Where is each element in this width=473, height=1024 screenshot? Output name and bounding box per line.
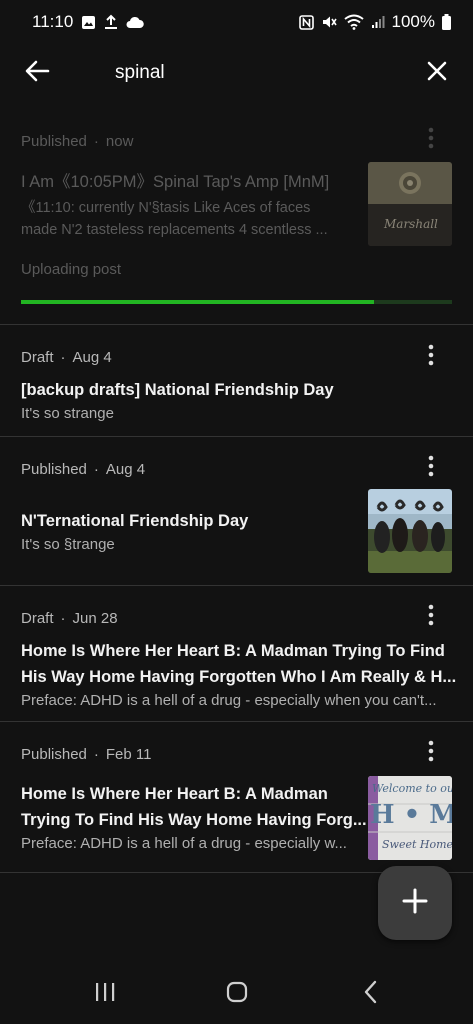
close-icon [426, 60, 448, 87]
thumbnail-caption-bottom: Sweet Home [382, 838, 452, 851]
post-status: Draft [21, 610, 54, 627]
search-input[interactable] [115, 58, 395, 88]
post-item[interactable]: Draft · Aug 4 [backup drafts] National Fri… [0, 325, 473, 437]
post-item[interactable]: Published · Aug 4 N'Ternational Friendship… [0, 437, 473, 586]
thumbnail-caption-top: Welcome to our [372, 782, 452, 795]
post-status: Published [21, 461, 87, 478]
post-date: Feb 11 [105, 746, 152, 763]
upload-progress-fill [21, 300, 375, 304]
post-meta: Draft · Aug 4 [21, 349, 112, 366]
upload-icon [104, 14, 118, 30]
system-nav-bar [0, 960, 473, 1024]
post-title: I Am《10:05PM》Spinal Tap's Amp [MnM] [21, 173, 330, 191]
more-vert-icon [428, 740, 434, 767]
mute-icon [321, 14, 337, 30]
meta-separator: · [93, 746, 99, 763]
post-excerpt: Preface: ADHD is a hell of a drug - espe… [21, 835, 347, 852]
post-excerpt: Preface: ADHD is a hell of a drug - espe… [21, 692, 437, 709]
post-status: Published [21, 746, 87, 763]
post-item[interactable]: Published · Feb 11 Home Is Where Her Heart… [0, 722, 473, 873]
more-options-button[interactable] [420, 454, 442, 482]
home-icon [225, 980, 249, 1009]
post-title: N'Ternational Friendship Day [21, 512, 249, 530]
post-date: Jun 28 [72, 610, 118, 627]
post-meta: Draft · Jun 28 [21, 610, 118, 627]
meta-separator: · [60, 349, 66, 366]
post-title-line-2: Trying To Find His Way Home Having Forg.… [21, 811, 367, 829]
back-button[interactable] [22, 58, 52, 88]
post-item[interactable]: Published · now I Am《10:05PM》Spinal Tap's … [0, 118, 473, 325]
search-bar [0, 52, 473, 94]
post-thumbnail: Marshall [368, 162, 452, 246]
post-meta: Published · Aug 4 [21, 461, 145, 478]
more-options-button[interactable] [420, 739, 442, 767]
more-options-button[interactable] [420, 603, 442, 631]
meta-separator: · [93, 133, 99, 150]
post-status: Published [21, 133, 87, 150]
post-status: Draft [21, 349, 54, 366]
thumbnail-brand: Marshall [384, 217, 438, 231]
post-meta: Published · now [21, 133, 133, 150]
recents-button[interactable] [83, 978, 127, 1010]
more-options-button[interactable] [420, 343, 442, 371]
post-date: now [105, 133, 134, 150]
more-options-button[interactable] [420, 126, 442, 154]
post-item[interactable]: Draft · Jun 28 Home Is Where Her Heart B: … [0, 586, 473, 722]
thumbnail-caption-main: H • ME [370, 800, 452, 830]
plus-icon [401, 887, 429, 920]
post-excerpt: It's so strange [21, 405, 114, 422]
nfc-icon [298, 14, 314, 30]
clear-search-button[interactable] [422, 58, 452, 88]
gallery-icon [81, 15, 96, 30]
post-date: Aug 4 [105, 461, 146, 478]
post-excerpt-line-1: 《11:10: currently N'§tasis Like Aces of … [21, 200, 311, 216]
post-meta: Published · Feb 11 [21, 746, 151, 763]
home-button[interactable] [215, 978, 259, 1010]
post-title-line-2: His Way Home Having Forgotten Who I Am R… [21, 668, 457, 686]
post-thumbnail [368, 489, 452, 573]
back-icon [363, 980, 379, 1009]
meta-separator: · [93, 461, 99, 478]
post-excerpt: It's so §trange [21, 536, 115, 553]
post-excerpt-line-2: made N'2 tasteless replacements 4 scentl… [21, 222, 328, 238]
post-title-line-1: Home Is Where Her Heart B: A Madman [21, 785, 328, 803]
cloud-icon [126, 16, 145, 29]
post-title: [backup drafts] National Friendship Day [21, 381, 334, 399]
new-post-button[interactable] [378, 866, 452, 940]
upload-progress-bar [21, 300, 452, 304]
post-thumbnail: Welcome to our H • ME Sweet Home [368, 776, 452, 860]
more-vert-icon [428, 604, 434, 631]
signal-icon [371, 15, 385, 29]
post-date: Aug 4 [72, 349, 112, 366]
battery-icon [442, 14, 451, 30]
status-time: 11:10 [32, 12, 74, 31]
status-bar: 11:10 100% [0, 0, 473, 44]
battery-percent: 100% [391, 12, 435, 31]
more-vert-icon [428, 127, 434, 154]
post-title-line-1: Home Is Where Her Heart B: A Madman Tryi… [21, 642, 445, 660]
more-vert-icon [428, 455, 434, 482]
more-vert-icon [428, 344, 434, 371]
arrow-left-icon [24, 59, 50, 88]
upload-status-label: Uploading post [21, 261, 122, 278]
meta-separator: · [60, 610, 66, 627]
system-back-button[interactable] [349, 978, 393, 1010]
recents-icon [94, 982, 116, 1007]
wifi-icon [343, 14, 364, 30]
